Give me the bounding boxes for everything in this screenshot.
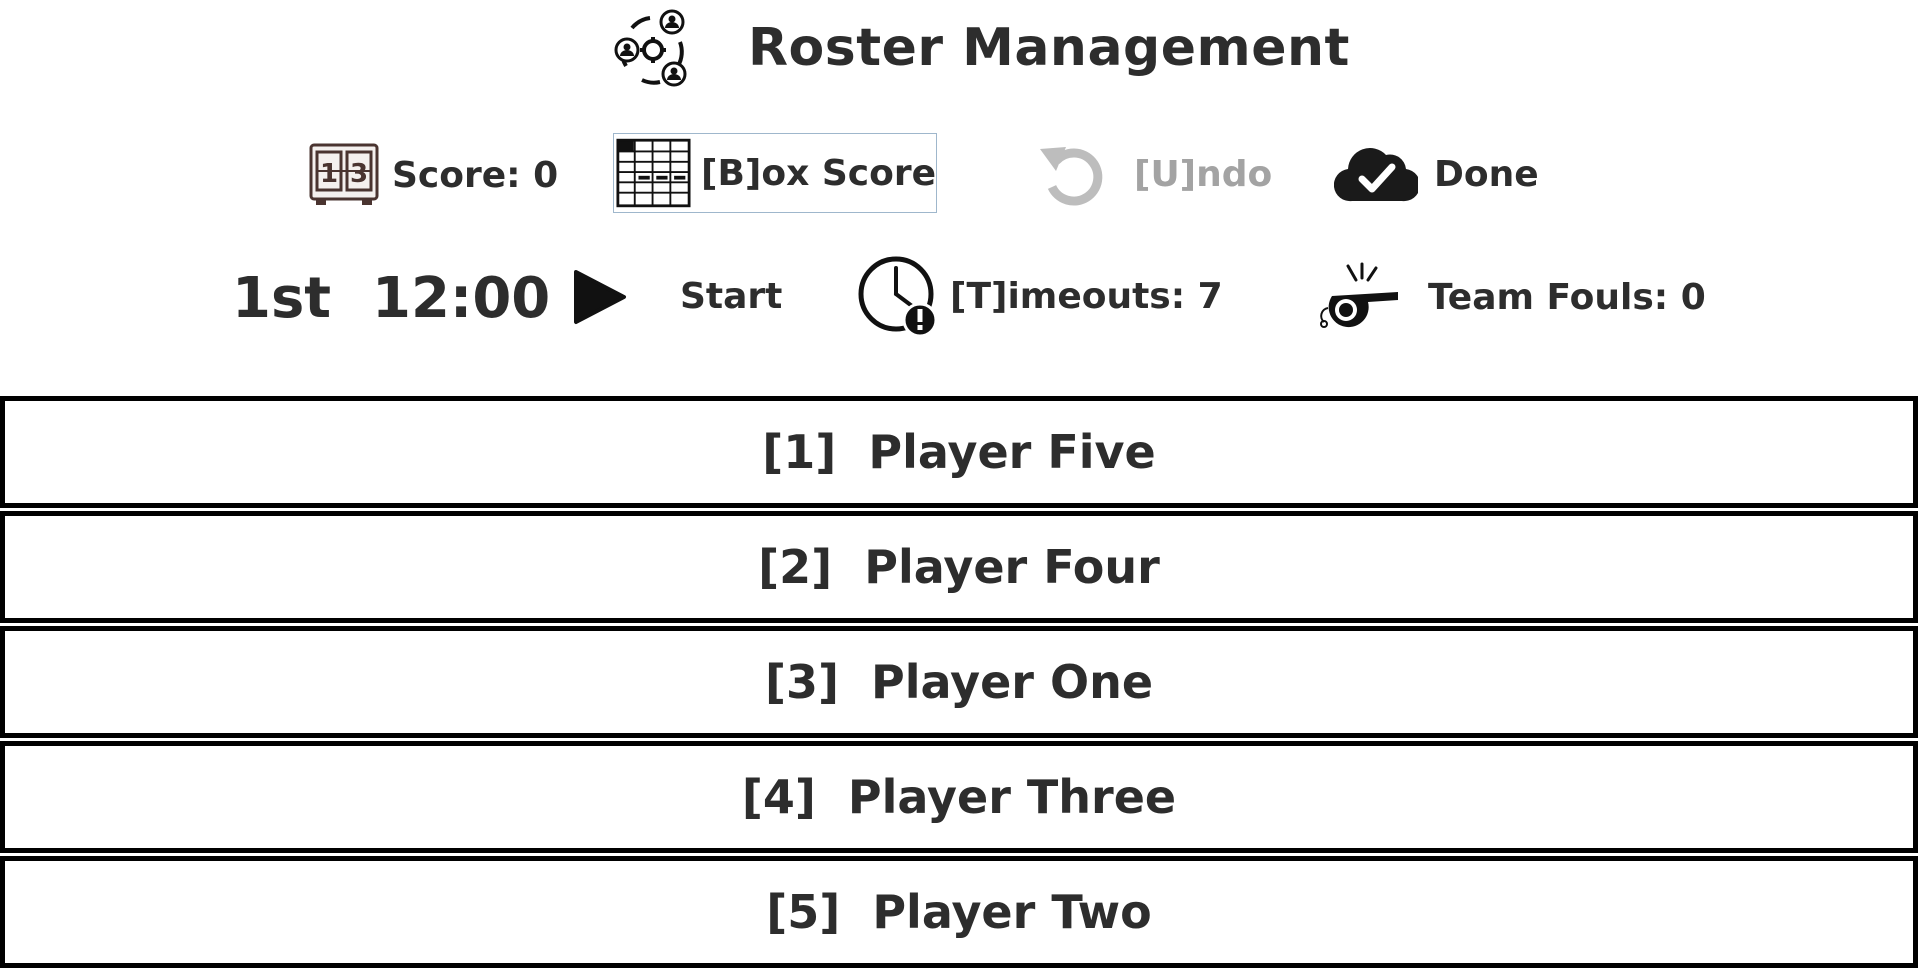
timeouts-label: [T]imeouts: 7: [950, 275, 1223, 317]
box-score-label: [B]ox Score: [700, 152, 936, 194]
team-fouls-display: Team Fouls: 0: [1318, 260, 1706, 334]
roster-player-row[interactable]: [3] Player One: [0, 626, 1918, 738]
done-label: Done: [1434, 153, 1539, 195]
box-score-grid-icon: [616, 138, 691, 208]
score-label: Score: 0: [392, 154, 559, 196]
done-button[interactable]: Done: [1334, 136, 1539, 212]
team-fouls-label: Team Fouls: 0: [1428, 276, 1706, 318]
roster-player-row[interactable]: [1] Player Five: [0, 396, 1918, 508]
page-title: Roster Management: [748, 18, 1350, 78]
timeouts-button[interactable]: [T]imeouts: 7: [856, 254, 1223, 338]
header: Roster Management: [0, 0, 1918, 108]
roster-player-row[interactable]: [2] Player Four: [0, 511, 1918, 623]
roster-player-row[interactable]: [4] Player Three: [0, 741, 1918, 853]
roster-team-icon: [614, 9, 687, 87]
game-clock: 12:00: [372, 266, 551, 331]
period-indicator: 1st: [232, 266, 332, 331]
undo-label: [U]ndo: [1134, 153, 1273, 195]
svg-text:1: 1: [320, 159, 338, 189]
play-icon[interactable]: [572, 268, 628, 326]
undo-arrow-icon: [1040, 147, 1103, 206]
box-score-button[interactable]: [B]ox Score: [613, 133, 937, 213]
score-display: 1 3 Score: 0: [308, 142, 558, 208]
undo-button[interactable]: [U]ndo: [1036, 136, 1272, 212]
roster-list: [1] Player Five [2] Player Four [3] Play…: [0, 396, 1918, 971]
svg-text:3: 3: [350, 159, 368, 189]
start-button[interactable]: Start: [680, 276, 782, 317]
roster-management-screen: Roster Management 1 3 Score: 0 [B]ox Sco…: [0, 0, 1918, 972]
scoreboard-icon: 1 3: [309, 143, 379, 205]
roster-player-row[interactable]: [5] Player Two: [0, 856, 1918, 968]
clock-alert-icon: [858, 256, 938, 338]
whistle-icon: [1320, 262, 1398, 328]
cloud-check-icon: [1334, 148, 1418, 202]
